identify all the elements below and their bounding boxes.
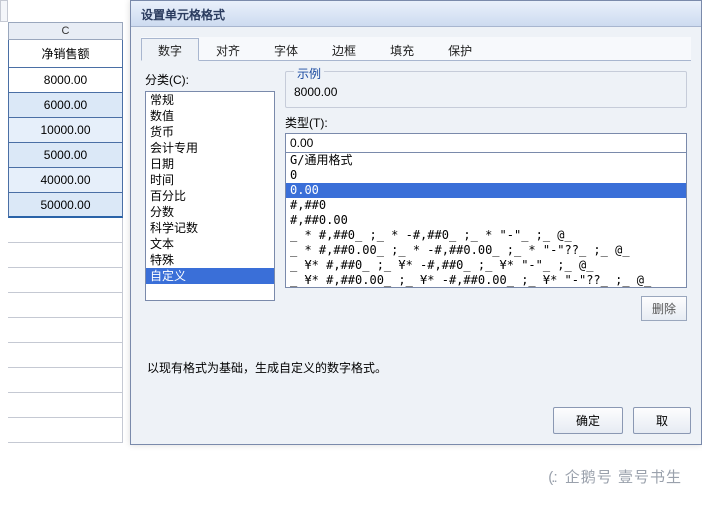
sample-label: 示例	[294, 65, 324, 82]
hint-text: 以现有格式为基础，生成自定义的数字格式。	[141, 351, 691, 376]
empty-cell[interactable]	[8, 368, 123, 393]
column-header-c[interactable]: C	[8, 22, 123, 40]
format-code-item[interactable]: _ ¥* #,##0_ ;_ ¥* -#,##0_ ;_ ¥* "-"_ ;_ …	[286, 258, 686, 273]
tab-border[interactable]: 边框	[315, 38, 373, 61]
format-code-item[interactable]: #,##0.00	[286, 213, 686, 228]
cell[interactable]: 10000.00	[8, 118, 123, 143]
watermark-brand: 企鹅号	[565, 469, 613, 486]
category-item[interactable]: 科学记数	[146, 220, 274, 236]
watermark-author: 壹号书生	[618, 469, 682, 486]
tab-number[interactable]: 数字	[141, 38, 199, 61]
category-item[interactable]: 常规	[146, 92, 274, 108]
dialog-tabs: 数字 对齐 字体 边框 填充 保护	[141, 37, 691, 61]
empty-cell[interactable]	[8, 343, 123, 368]
category-list[interactable]: 常规 数值 货币 会计专用 日期 时间 百分比 分数 科学记数 文本 特殊 自定…	[145, 91, 275, 301]
sample-value: 8000.00	[294, 85, 678, 99]
cell[interactable]: 50000.00	[8, 193, 123, 218]
empty-cell[interactable]	[8, 268, 123, 293]
empty-cell[interactable]	[8, 418, 123, 443]
cell[interactable]: 6000.00	[8, 93, 123, 118]
delete-button[interactable]: 删除	[641, 296, 687, 321]
type-input[interactable]	[285, 133, 687, 153]
cell-header[interactable]: 净销售额	[8, 40, 123, 68]
category-label: 分类(C):	[145, 71, 275, 88]
sample-box: 示例 8000.00	[285, 71, 687, 108]
cell[interactable]: 8000.00	[8, 68, 123, 93]
watermark: (.: 企鹅号 壹号书生	[548, 466, 682, 487]
format-code-item[interactable]: G/通用格式	[286, 153, 686, 168]
category-item[interactable]: 百分比	[146, 188, 274, 204]
format-code-item[interactable]: _ ¥* #,##0.00_ ;_ ¥* -#,##0.00_ ;_ ¥* "-…	[286, 273, 686, 288]
format-code-item[interactable]: #,##0	[286, 198, 686, 213]
category-item[interactable]: 时间	[146, 172, 274, 188]
format-code-item[interactable]: _ * #,##0_ ;_ * -#,##0_ ;_ * "-"_ ;_ @_	[286, 228, 686, 243]
category-item[interactable]: 数值	[146, 108, 274, 124]
ok-button[interactable]: 确定	[553, 407, 623, 434]
dialog-title: 设置单元格格式	[131, 1, 701, 27]
tab-protection[interactable]: 保护	[431, 38, 489, 61]
format-code-item[interactable]: 0.00	[286, 183, 686, 198]
tab-font[interactable]: 字体	[257, 38, 315, 61]
format-code-list[interactable]: G/通用格式 0 0.00 #,##0 #,##0.00 _ * #,##0_ …	[285, 153, 687, 288]
category-item[interactable]: 会计专用	[146, 140, 274, 156]
type-label: 类型(T):	[285, 114, 687, 131]
category-item[interactable]: 文本	[146, 236, 274, 252]
category-item[interactable]: 分数	[146, 204, 274, 220]
watermark-icon: (.:	[548, 469, 555, 486]
empty-cell[interactable]	[8, 218, 123, 243]
tab-fill[interactable]: 填充	[373, 38, 431, 61]
empty-cell[interactable]	[8, 293, 123, 318]
cell[interactable]: 40000.00	[8, 168, 123, 193]
category-item[interactable]: 货币	[146, 124, 274, 140]
empty-cell[interactable]	[8, 318, 123, 343]
format-code-item[interactable]: _ * #,##0.00_ ;_ * -#,##0.00_ ;_ * "-"??…	[286, 243, 686, 258]
empty-cell[interactable]	[8, 393, 123, 418]
format-cells-dialog: 设置单元格格式 数字 对齐 字体 边框 填充 保护 分类(C): 常规 数值 货…	[130, 0, 702, 445]
spreadsheet-column: C 净销售额 8000.00 6000.00 10000.00 5000.00 …	[0, 0, 130, 443]
empty-cell[interactable]	[8, 243, 123, 268]
format-code-item[interactable]: 0	[286, 168, 686, 183]
sheet-corner	[0, 0, 8, 22]
category-item[interactable]: 日期	[146, 156, 274, 172]
cancel-button[interactable]: 取	[633, 407, 691, 434]
tab-alignment[interactable]: 对齐	[199, 38, 257, 61]
category-item[interactable]: 特殊	[146, 252, 274, 268]
cell[interactable]: 5000.00	[8, 143, 123, 168]
category-item-custom[interactable]: 自定义	[146, 268, 274, 284]
